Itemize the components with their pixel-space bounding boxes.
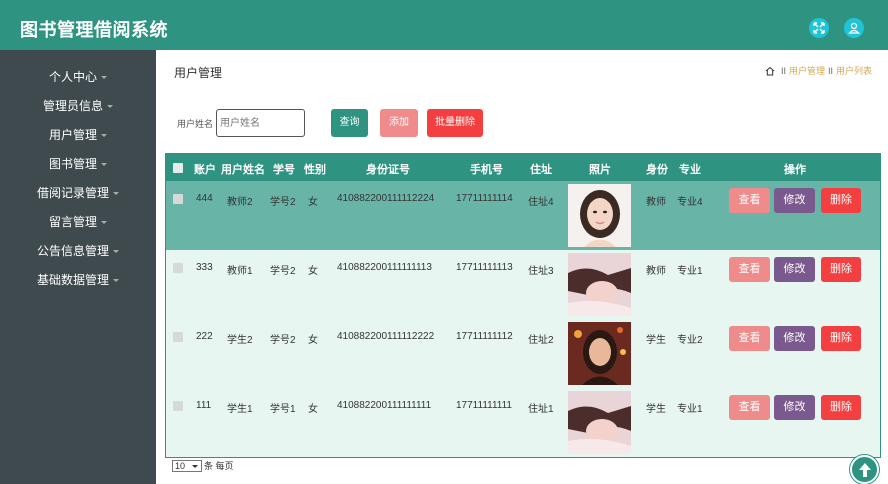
table-row[interactable]: 222 学生2 学号2 女 410882200111112222 1771111… bbox=[166, 319, 880, 388]
page-size-select[interactable]: 10 bbox=[172, 459, 202, 472]
sidebar-item-book-management[interactable]: 图书管理 bbox=[0, 154, 156, 174]
header-username: 用户姓名 bbox=[221, 164, 265, 176]
home-icon[interactable] bbox=[765, 66, 775, 76]
breadcrumb: II 用户管理 II 用户列表 bbox=[765, 64, 872, 77]
batch-delete-button[interactable]: 批量删除 bbox=[427, 109, 483, 137]
user-icon bbox=[848, 22, 860, 34]
user-photo bbox=[568, 322, 631, 385]
header-student-no: 学号 bbox=[273, 164, 295, 176]
header-gender: 性别 bbox=[304, 164, 326, 176]
caret-down-icon bbox=[101, 76, 107, 80]
table-row[interactable]: 111 学生1 学号1 女 410882200111111111 1771111… bbox=[166, 388, 880, 457]
header-phone: 手机号 bbox=[470, 164, 503, 176]
row-checkbox[interactable] bbox=[173, 332, 183, 342]
user-photo bbox=[568, 253, 631, 316]
page-title: 用户管理 bbox=[174, 66, 223, 80]
header-id-card: 身份证号 bbox=[366, 164, 410, 176]
select-all-checkbox[interactable] bbox=[173, 163, 183, 173]
sidebar-item-basic-data[interactable]: 基础数据管理 bbox=[0, 270, 156, 290]
view-button[interactable]: 查看 bbox=[729, 257, 770, 282]
sidebar-item-messages[interactable]: 留言管理 bbox=[0, 212, 156, 232]
header-photo: 照片 bbox=[589, 164, 611, 176]
breadcrumb-user-management[interactable]: 用户管理 bbox=[789, 64, 825, 77]
table-row[interactable]: 333 教师1 学号2 女 410882200111111113 1771111… bbox=[166, 250, 880, 319]
view-button[interactable]: 查看 bbox=[729, 188, 770, 213]
sidebar-item-personal-center[interactable]: 个人中心 bbox=[0, 67, 156, 87]
edit-button[interactable]: 修改 bbox=[774, 395, 815, 420]
expand-arrows-icon bbox=[813, 22, 825, 34]
header-address: 住址 bbox=[530, 164, 552, 176]
caret-down-icon bbox=[101, 221, 107, 225]
caret-down-icon bbox=[107, 105, 113, 109]
user-button[interactable] bbox=[844, 18, 864, 38]
row-checkbox[interactable] bbox=[173, 263, 183, 273]
row-checkbox[interactable] bbox=[173, 194, 183, 204]
edit-button[interactable]: 修改 bbox=[774, 326, 815, 351]
delete-button[interactable]: 删除 bbox=[821, 257, 861, 282]
query-button[interactable]: 查询 bbox=[331, 109, 368, 137]
page-size-suffix: 条 每页 bbox=[204, 461, 234, 471]
page-size-control: 10 条 每页 bbox=[172, 459, 234, 472]
sidebar: 个人中心 管理员信息 用户管理 图书管理 借阅记录管理 留言管理 公告信息管理 … bbox=[0, 50, 156, 484]
username-search-input[interactable] bbox=[216, 109, 305, 137]
caret-down-icon bbox=[101, 134, 107, 138]
top-header: 图书管理借阅系统 bbox=[0, 0, 888, 50]
table-header: 账户 用户姓名 学号 性别 身份证号 手机号 住址 照片 身份 专业 操作 bbox=[166, 154, 880, 181]
arrow-up-icon bbox=[859, 463, 871, 477]
header-identity: 身份 bbox=[646, 164, 668, 176]
view-button[interactable]: 查看 bbox=[729, 395, 770, 420]
table-row[interactable]: 444 教师2 学号2 女 410882200111112224 1771111… bbox=[166, 181, 880, 250]
caret-down-icon bbox=[113, 192, 119, 196]
fullscreen-button[interactable] bbox=[809, 18, 829, 38]
edit-button[interactable]: 修改 bbox=[774, 188, 815, 213]
sidebar-item-user-management[interactable]: 用户管理 bbox=[0, 125, 156, 145]
app-title: 图书管理借阅系统 bbox=[20, 20, 168, 40]
delete-button[interactable]: 删除 bbox=[821, 326, 861, 351]
header-actions: 操作 bbox=[784, 164, 806, 176]
user-photo bbox=[568, 391, 631, 454]
row-checkbox[interactable] bbox=[173, 401, 183, 411]
sidebar-item-announcements[interactable]: 公告信息管理 bbox=[0, 241, 156, 261]
user-table: 账户 用户姓名 学号 性别 身份证号 手机号 住址 照片 身份 专业 操作 44… bbox=[165, 153, 881, 458]
sidebar-item-borrow-records[interactable]: 借阅记录管理 bbox=[0, 183, 156, 203]
header-major: 专业 bbox=[679, 164, 701, 176]
delete-button[interactable]: 删除 bbox=[821, 188, 861, 213]
breadcrumb-user-list[interactable]: 用户列表 bbox=[836, 64, 872, 77]
add-button[interactable]: 添加 bbox=[380, 109, 418, 137]
edit-button[interactable]: 修改 bbox=[774, 257, 815, 282]
caret-down-icon bbox=[113, 250, 119, 254]
sidebar-item-admin-info[interactable]: 管理员信息 bbox=[0, 96, 156, 116]
caret-down-icon bbox=[113, 279, 119, 283]
scroll-top-button[interactable] bbox=[850, 455, 879, 484]
user-photo bbox=[568, 184, 631, 247]
search-label: 用户姓名 bbox=[177, 119, 214, 129]
header-account: 账户 bbox=[194, 164, 216, 176]
delete-button[interactable]: 删除 bbox=[821, 395, 861, 420]
caret-down-icon bbox=[101, 163, 107, 167]
view-button[interactable]: 查看 bbox=[729, 326, 770, 351]
